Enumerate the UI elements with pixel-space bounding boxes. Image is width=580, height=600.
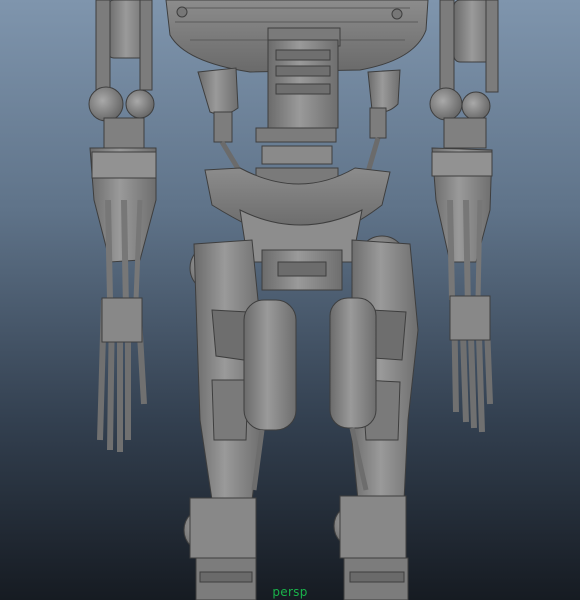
camera-label: persp — [272, 585, 308, 599]
left-arm — [88, 0, 157, 452]
right-leg — [329, 235, 419, 600]
right-arm — [429, 0, 499, 433]
maya-viewport[interactable]: persp — [0, 0, 580, 600]
left-leg — [183, 239, 297, 600]
robot-model[interactable] — [0, 0, 580, 600]
